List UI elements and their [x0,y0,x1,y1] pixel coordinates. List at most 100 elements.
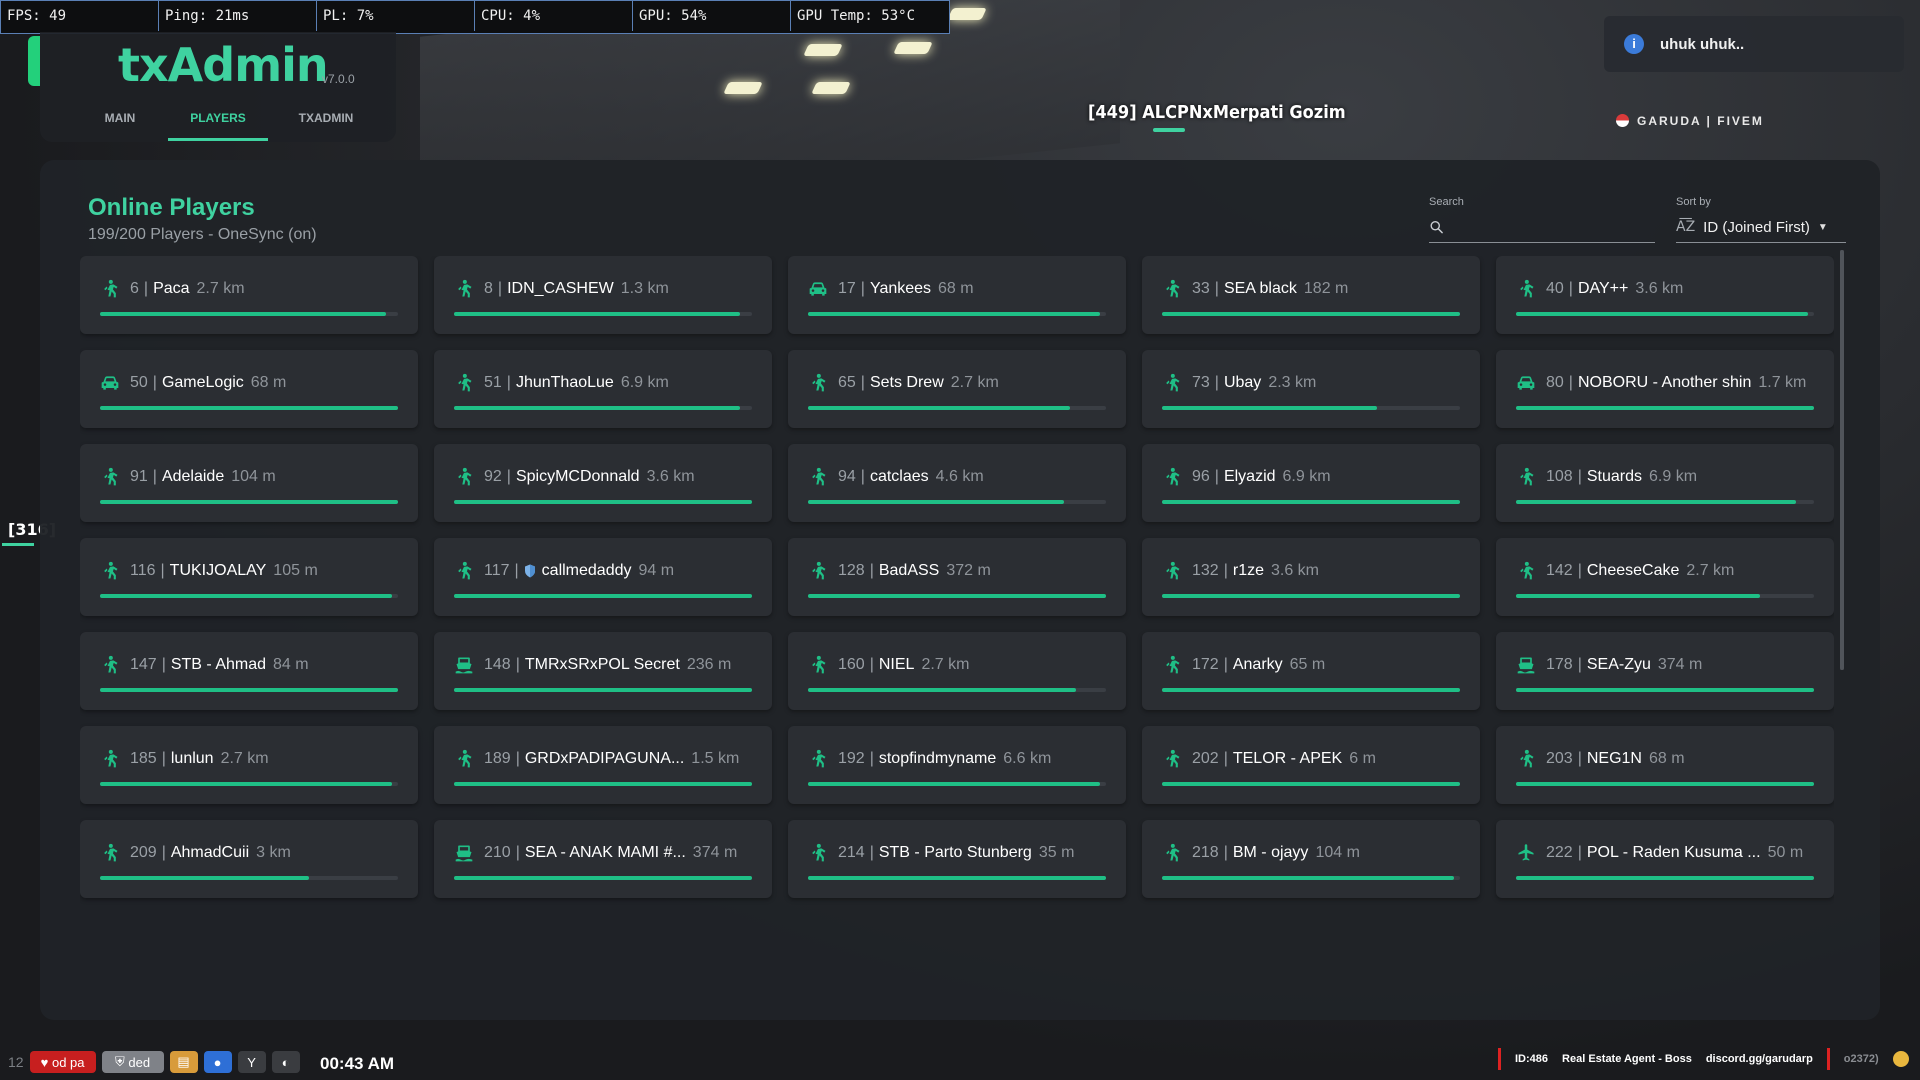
player-separator: | [1223,750,1228,767]
player-health-bar [1162,876,1455,880]
player-distance: 2.7 km [220,750,269,767]
walk-icon [1162,843,1182,863]
player-card[interactable]: 172 | Anarky 65 m [1142,632,1480,710]
search-box[interactable] [1429,212,1655,243]
player-card[interactable]: 142 | CheeseCake 2.7 km [1496,538,1834,616]
packet-loss-readout: PL: 7% [317,1,475,31]
player-card[interactable]: 50 | GameLogic 68 m [80,350,418,428]
player-health-bar [1516,500,1797,504]
player-card[interactable]: 189 | GRDxPADIPAGUNA... 1.5 km [434,726,772,804]
player-card[interactable]: 73 | Ubay 2.3 km [1142,350,1480,428]
txadmin-version: v7.0.0 [322,72,355,86]
player-card[interactable]: 6 | Paca 2.7 km [80,256,418,334]
player-card[interactable]: 185 | lunlun 2.7 km [80,726,418,804]
armor-indicator: ⛨ ded [101,1051,164,1073]
player-card[interactable]: 148 | TMRxSRxPOL Secret 236 m [434,632,772,710]
tab-players[interactable]: PLAYERS [168,102,268,141]
player-id: 108 [1546,468,1573,485]
player-separator: | [515,844,520,861]
player-name: SEA black [1223,280,1297,297]
search-icon [1430,221,1443,234]
background-light [803,44,843,56]
player-separator: | [514,562,519,579]
info-icon: i [1624,34,1644,54]
walk-icon [1162,749,1182,769]
player-health-bar [100,782,393,786]
player-card[interactable]: 160 | NIEL 2.7 km [788,632,1126,710]
player-distance: 68 m [250,374,287,391]
player-separator: | [160,562,165,579]
side-player-bar [2,543,34,546]
walk-icon [100,843,120,863]
player-card[interactable]: 96 | Elyazid 6.9 km [1142,444,1480,522]
player-card[interactable]: 192 | stopfindmyname 6.6 km [788,726,1126,804]
player-separator: | [860,468,865,485]
walk-icon [454,467,474,487]
player-health-track [808,312,1106,316]
player-card[interactable]: 128 | BadASS 372 m [788,538,1126,616]
player-card[interactable]: 33 | SEA black 182 m [1142,256,1480,334]
player-card[interactable]: 147 | STB - Ahmad 84 m [80,632,418,710]
scrollbar[interactable] [1840,250,1844,670]
player-card[interactable]: 178 | SEA-Zyu 374 m [1496,632,1834,710]
player-card[interactable]: 51 | JhunThaoLue 6.9 km [434,350,772,428]
walk-icon [808,561,828,581]
player-card[interactable]: 108 | Stuards 6.9 km [1496,444,1834,522]
walk-icon [100,655,120,675]
search-input[interactable] [1452,217,1655,237]
player-card[interactable]: 65 | Sets Drew 2.7 km [788,350,1126,428]
performance-bar: FPS: 49 Ping: 21ms PL: 7% CPU: 4% GPU: 5… [0,0,950,34]
scrollbar-thumb[interactable] [1840,250,1844,670]
player-card[interactable]: 80 | NOBORU - Another shin 1.7 km [1496,350,1834,428]
player-name: POL - Raden Kusuma ... [1586,844,1761,861]
player-distance: 6.9 km [620,374,669,391]
player-count: 199/200 Players - OneSync (on) [88,226,317,243]
player-card[interactable]: 117 | callmedaddy 94 m [434,538,772,616]
player-card[interactable]: 203 | NEG1N 68 m [1496,726,1834,804]
tab-main[interactable]: MAIN [90,102,150,138]
boat-icon [454,843,474,863]
player-card-line: 65 | Sets Drew 2.7 km [808,372,1106,394]
player-health-track [454,594,752,598]
player-card-line: 202 | TELOR - APEK 6 m [1162,748,1460,770]
player-id: 142 [1546,562,1573,579]
player-card[interactable]: 218 | BM - ojayy 104 m [1142,820,1480,898]
player-card[interactable]: 17 | Yankees 68 m [788,256,1126,334]
player-card[interactable]: 92 | SpicyMCDonnald 3.6 km [434,444,772,522]
player-card[interactable]: 8 | IDN_CASHEW 1.3 km [434,256,772,334]
player-card[interactable]: 209 | AhmadCuii 3 km [80,820,418,898]
player-card[interactable]: 210 | SEA - ANAK MAMI #... 374 m [434,820,772,898]
player-id: 6 [130,280,139,297]
player-card[interactable]: 132 | r1ze 3.6 km [1142,538,1480,616]
player-distance: 1.7 km [1758,374,1807,391]
player-card[interactable]: 94 | catclaes 4.6 km [788,444,1126,522]
player-distance: 4.6 km [935,468,984,485]
player-card-line: 189 | GRDxPADIPAGUNA... 1.5 km [454,748,752,770]
player-name: JhunThaoLue [515,374,614,391]
tab-txadmin[interactable]: TXADMIN [286,102,366,138]
player-health-track [1162,688,1460,692]
player-id: 214 [838,844,865,861]
player-id: 33 [1192,280,1210,297]
player-separator: | [1214,468,1219,485]
player-health-bar [808,500,1065,504]
player-name: GameLogic [161,374,244,391]
walk-icon [100,279,120,299]
armor-label: ded [128,1054,151,1070]
player-card[interactable]: 116 | TUKIJOALAY 105 m [80,538,418,616]
player-card[interactable]: 214 | STB - Parto Stunberg 35 m [788,820,1126,898]
player-separator: | [161,750,166,767]
job-hud-accent [1498,1048,1501,1070]
player-card[interactable]: 40 | DAY++ 3.6 km [1496,256,1834,334]
player-card[interactable]: 91 | Adelaide 104 m [80,444,418,522]
player-card-line: 96 | Elyazid 6.9 km [1162,466,1460,488]
background-light [723,82,763,94]
player-health-bar [100,876,309,880]
player-card[interactable]: 202 | TELOR - APEK 6 m [1142,726,1480,804]
player-health-track [808,782,1106,786]
player-distance: 3.6 km [1270,562,1319,579]
sort-select[interactable]: A͞Z ID (Joined First) ▼ [1676,212,1846,243]
player-card-line: 8 | IDN_CASHEW 1.3 km [454,278,752,300]
walk-icon [808,843,828,863]
player-card[interactable]: 222 | POL - Raden Kusuma ... 50 m [1496,820,1834,898]
